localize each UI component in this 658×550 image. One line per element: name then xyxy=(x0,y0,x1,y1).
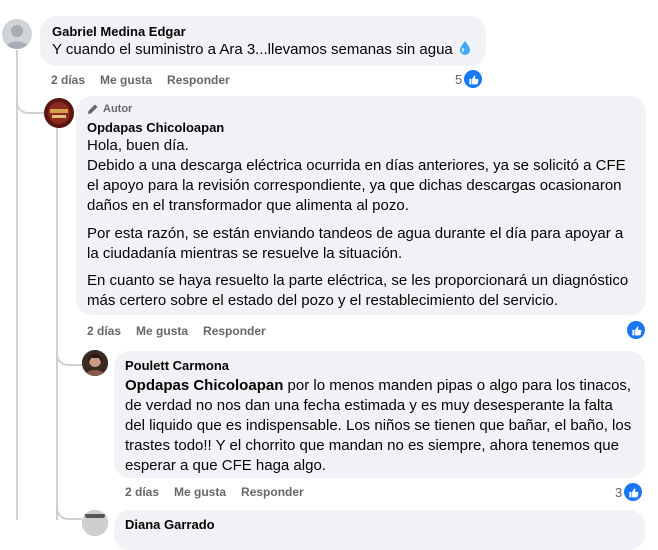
comment-paragraph: Debido a una descarga eléctrica ocurrida… xyxy=(87,157,626,214)
comment-author[interactable]: Diana Garrado xyxy=(125,516,634,533)
like-button[interactable]: Me gusta xyxy=(174,485,226,499)
opdapas-logo-icon xyxy=(44,98,74,128)
comment-actions-poulett: 2 días Me gusta Responder xyxy=(125,485,304,499)
water-drop-icon xyxy=(459,41,470,55)
author-badge: Autor xyxy=(87,102,635,116)
avatar-poulett[interactable] xyxy=(82,350,108,376)
thread-line-author xyxy=(56,126,58,520)
comment-author[interactable]: Gabriel Medina Edgar xyxy=(52,23,474,40)
comment-bubble-diana: Diana Garrado xyxy=(114,510,645,550)
reply-button[interactable]: Responder xyxy=(241,485,304,499)
like-reaction-icon xyxy=(624,483,643,501)
comment-time[interactable]: 2 días xyxy=(87,324,121,338)
comment-bubble-gabriel: Gabriel Medina Edgar Y cuando el suminis… xyxy=(40,16,486,66)
user-photo-icon xyxy=(82,350,108,376)
reply-button[interactable]: Responder xyxy=(203,324,266,338)
thread-elbow-reply xyxy=(56,346,82,366)
thread-elbow-next xyxy=(56,500,82,520)
comment-author[interactable]: Poulett Carmona xyxy=(125,357,634,374)
reaction-count: 5 xyxy=(455,71,463,87)
like-button[interactable]: Me gusta xyxy=(100,73,152,87)
default-user-icon xyxy=(5,25,29,49)
comment-paragraph: En cuanto se haya resuelto la parte eléc… xyxy=(87,272,629,309)
avatar-diana[interactable] xyxy=(82,510,108,536)
user-photo-icon xyxy=(82,510,108,536)
comment-bubble-opdapas: Autor Opdapas Chicoloapan Hola, buen día… xyxy=(76,96,646,315)
like-reaction-icon xyxy=(464,70,483,88)
like-reaction-icon xyxy=(627,321,645,339)
comment-time[interactable]: 2 días xyxy=(125,485,159,499)
avatar-gabriel[interactable] xyxy=(2,19,32,49)
mention-link[interactable]: Opdapas Chicoloapan xyxy=(125,377,283,394)
pencil-icon xyxy=(88,104,98,114)
comment-body: Y cuando el suministro a Ara 3...llevamo… xyxy=(52,41,453,58)
reply-button[interactable]: Responder xyxy=(167,73,230,87)
comment-author[interactable]: Opdapas Chicoloapan xyxy=(87,119,635,136)
comment-time[interactable]: 2 días xyxy=(51,73,85,87)
thread-elbow-author xyxy=(16,82,46,114)
comment-actions-opdapas: 2 días Me gusta Responder xyxy=(87,324,266,338)
comment-actions-gabriel: 2 días Me gusta Responder xyxy=(51,73,230,87)
author-badge-label: Autor xyxy=(103,103,133,115)
thread-line-main xyxy=(16,50,18,520)
comment-text: Opdapas Chicoloapan por lo menos manden … xyxy=(125,376,634,476)
reaction-count: 3 xyxy=(615,484,623,500)
comment-paragraph: Hola, buen día. xyxy=(87,137,189,154)
reaction-badge-opdapas[interactable] xyxy=(627,321,645,339)
comment-text: Y cuando el suministro a Ara 3...llevamo… xyxy=(52,40,474,60)
comment-paragraph: Por esta razón, se están enviando tandeo… xyxy=(87,225,624,262)
comment-text: Hola, buen día. Debido a una descarga el… xyxy=(87,136,635,311)
reaction-count-poulett[interactable]: 3 xyxy=(615,483,643,501)
like-button[interactable]: Me gusta xyxy=(136,324,188,338)
reaction-count-gabriel[interactable]: 5 xyxy=(455,70,483,88)
avatar-opdapas[interactable] xyxy=(44,98,74,128)
comment-bubble-poulett: Poulett Carmona Opdapas Chicoloapan por … xyxy=(114,351,645,478)
